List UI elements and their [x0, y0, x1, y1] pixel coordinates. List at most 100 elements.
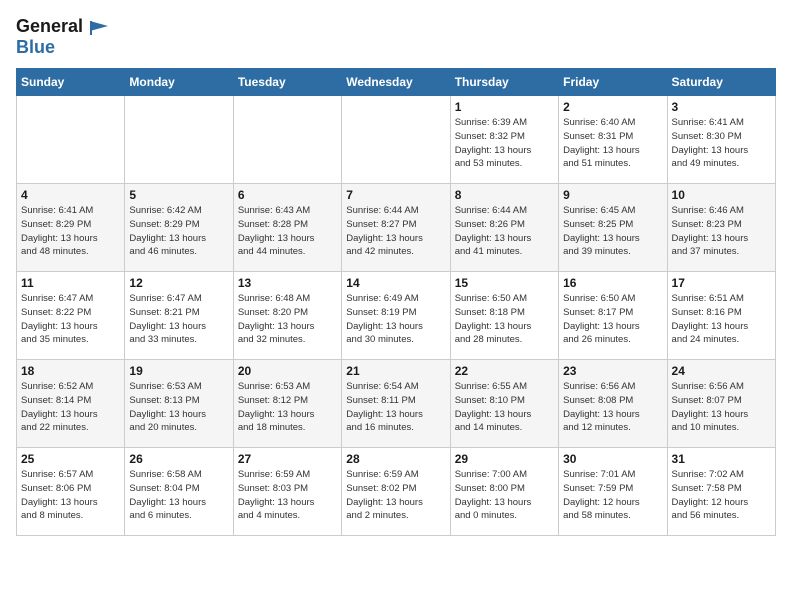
calendar-cell: 10Sunrise: 6:46 AM Sunset: 8:23 PM Dayli… [667, 184, 775, 272]
day-info: Sunrise: 6:54 AM Sunset: 8:11 PM Dayligh… [346, 380, 445, 435]
day-number: 27 [238, 452, 337, 466]
calendar-cell: 11 Sunrise: 6:47 AM Sunset: 8:22 PM Dayli… [17, 272, 125, 360]
day-number: 19 [129, 364, 228, 378]
day-number: 14 [346, 276, 445, 290]
day-info: Sunrise: 6:58 AM Sunset: 8:04 PM Dayligh… [129, 468, 228, 523]
col-header-friday: Friday [559, 69, 667, 96]
calendar-cell: 2 Sunrise: 6:40 AM Sunset: 8:31 PM Daylig… [559, 96, 667, 184]
calendar-cell: 18 Sunrise: 6:52 AM Sunset: 8:14 PM Dayli… [17, 360, 125, 448]
calendar-cell: 25Sunrise: 6:57 AM Sunset: 8:06 PM Dayli… [17, 448, 125, 536]
calendar-cell: 3 Sunrise: 6:41 AM Sunset: 8:30 PM Daylig… [667, 96, 775, 184]
calendar-cell: 26 Sunrise: 6:58 AM Sunset: 8:04 PM Dayli… [125, 448, 233, 536]
logo-general: General [16, 16, 83, 36]
calendar-cell: 23 Sunrise: 6:56 AM Sunset: 8:08 PM Dayli… [559, 360, 667, 448]
day-info: Sunrise: 6:39 AM Sunset: 8:32 PM Dayligh… [455, 116, 554, 171]
calendar-cell [17, 96, 125, 184]
col-header-wednesday: Wednesday [342, 69, 450, 96]
col-header-monday: Monday [125, 69, 233, 96]
calendar-cell: 6Sunrise: 6:43 AM Sunset: 8:28 PM Daylig… [233, 184, 341, 272]
page-header: General Blue [16, 16, 776, 58]
day-number: 7 [346, 188, 445, 202]
calendar-cell: 31 Sunrise: 7:02 AM Sunset: 7:58 PM Dayli… [667, 448, 775, 536]
day-info: Sunrise: 7:02 AM Sunset: 7:58 PM Dayligh… [672, 468, 771, 523]
day-number: 21 [346, 364, 445, 378]
day-number: 20 [238, 364, 337, 378]
day-number: 28 [346, 452, 445, 466]
day-number: 26 [129, 452, 228, 466]
day-info: Sunrise: 6:48 AM Sunset: 8:20 PM Dayligh… [238, 292, 337, 347]
calendar-cell: 13 Sunrise: 6:48 AM Sunset: 8:20 PM Dayli… [233, 272, 341, 360]
day-info: Sunrise: 7:00 AM Sunset: 8:00 PM Dayligh… [455, 468, 554, 523]
day-info: Sunrise: 6:45 AM Sunset: 8:25 PM Dayligh… [563, 204, 662, 259]
day-info: Sunrise: 6:50 AM Sunset: 8:17 PM Dayligh… [563, 292, 662, 347]
day-number: 4 [21, 188, 120, 202]
day-info: Sunrise: 6:57 AM Sunset: 8:06 PM Dayligh… [21, 468, 120, 523]
day-number: 15 [455, 276, 554, 290]
day-info: Sunrise: 6:47 AM Sunset: 8:21 PM Dayligh… [129, 292, 228, 347]
day-number: 9 [563, 188, 662, 202]
calendar-cell: 1 Sunrise: 6:39 AM Sunset: 8:32 PM Daylig… [450, 96, 558, 184]
day-info: Sunrise: 6:56 AM Sunset: 8:07 PM Dayligh… [672, 380, 771, 435]
calendar-cell: 24 Sunrise: 6:56 AM Sunset: 8:07 PM Dayli… [667, 360, 775, 448]
col-header-sunday: Sunday [17, 69, 125, 96]
day-info: Sunrise: 6:52 AM Sunset: 8:14 PM Dayligh… [21, 380, 120, 435]
day-info: Sunrise: 6:53 AM Sunset: 8:12 PM Dayligh… [238, 380, 337, 435]
day-info: Sunrise: 6:55 AM Sunset: 8:10 PM Dayligh… [455, 380, 554, 435]
calendar-cell: 4 Sunrise: 6:41 AM Sunset: 8:29 PM Daylig… [17, 184, 125, 272]
calendar-cell: 30Sunrise: 7:01 AM Sunset: 7:59 PM Dayli… [559, 448, 667, 536]
col-header-tuesday: Tuesday [233, 69, 341, 96]
calendar-cell [125, 96, 233, 184]
day-info: Sunrise: 6:46 AM Sunset: 8:23 PM Dayligh… [672, 204, 771, 259]
day-number: 3 [672, 100, 771, 114]
day-info: Sunrise: 6:44 AM Sunset: 8:27 PM Dayligh… [346, 204, 445, 259]
day-number: 12 [129, 276, 228, 290]
calendar-cell: 19 Sunrise: 6:53 AM Sunset: 8:13 PM Dayli… [125, 360, 233, 448]
day-number: 16 [563, 276, 662, 290]
day-info: Sunrise: 6:51 AM Sunset: 8:16 PM Dayligh… [672, 292, 771, 347]
calendar-cell: 27Sunrise: 6:59 AM Sunset: 8:03 PM Dayli… [233, 448, 341, 536]
day-number: 31 [672, 452, 771, 466]
day-info: Sunrise: 6:53 AM Sunset: 8:13 PM Dayligh… [129, 380, 228, 435]
day-info: Sunrise: 6:44 AM Sunset: 8:26 PM Dayligh… [455, 204, 554, 259]
logo: General Blue [16, 16, 108, 58]
day-info: Sunrise: 6:56 AM Sunset: 8:08 PM Dayligh… [563, 380, 662, 435]
day-number: 23 [563, 364, 662, 378]
col-header-thursday: Thursday [450, 69, 558, 96]
day-info: Sunrise: 6:47 AM Sunset: 8:22 PM Dayligh… [21, 292, 120, 347]
calendar-cell: 15Sunrise: 6:50 AM Sunset: 8:18 PM Dayli… [450, 272, 558, 360]
calendar-table: SundayMondayTuesdayWednesdayThursdayFrid… [16, 68, 776, 536]
calendar-cell: 22 Sunrise: 6:55 AM Sunset: 8:10 PM Dayli… [450, 360, 558, 448]
logo-flag-icon [90, 21, 108, 35]
calendar-cell [233, 96, 341, 184]
calendar-cell [342, 96, 450, 184]
calendar-cell: 9 Sunrise: 6:45 AM Sunset: 8:25 PM Daylig… [559, 184, 667, 272]
calendar-cell: 17 Sunrise: 6:51 AM Sunset: 8:16 PM Dayli… [667, 272, 775, 360]
day-info: Sunrise: 6:41 AM Sunset: 8:30 PM Dayligh… [672, 116, 771, 171]
calendar-cell: 29 Sunrise: 7:00 AM Sunset: 8:00 PM Dayli… [450, 448, 558, 536]
day-number: 11 [21, 276, 120, 290]
day-number: 24 [672, 364, 771, 378]
day-number: 29 [455, 452, 554, 466]
day-number: 18 [21, 364, 120, 378]
col-header-saturday: Saturday [667, 69, 775, 96]
calendar-cell: 8Sunrise: 6:44 AM Sunset: 8:26 PM Daylig… [450, 184, 558, 272]
calendar-cell: 21 Sunrise: 6:54 AM Sunset: 8:11 PM Dayli… [342, 360, 450, 448]
day-info: Sunrise: 6:49 AM Sunset: 8:19 PM Dayligh… [346, 292, 445, 347]
day-number: 2 [563, 100, 662, 114]
day-number: 17 [672, 276, 771, 290]
day-number: 13 [238, 276, 337, 290]
day-info: Sunrise: 6:41 AM Sunset: 8:29 PM Dayligh… [21, 204, 120, 259]
day-info: Sunrise: 6:59 AM Sunset: 8:02 PM Dayligh… [346, 468, 445, 523]
calendar-cell: 7 Sunrise: 6:44 AM Sunset: 8:27 PM Daylig… [342, 184, 450, 272]
calendar-cell: 28 Sunrise: 6:59 AM Sunset: 8:02 PM Dayli… [342, 448, 450, 536]
calendar-cell: 14 Sunrise: 6:49 AM Sunset: 8:19 PM Dayli… [342, 272, 450, 360]
day-info: Sunrise: 6:40 AM Sunset: 8:31 PM Dayligh… [563, 116, 662, 171]
day-number: 30 [563, 452, 662, 466]
logo-blue: Blue [16, 37, 55, 57]
day-number: 22 [455, 364, 554, 378]
day-info: Sunrise: 6:42 AM Sunset: 8:29 PM Dayligh… [129, 204, 228, 259]
calendar-cell: 20 Sunrise: 6:53 AM Sunset: 8:12 PM Dayli… [233, 360, 341, 448]
calendar-cell: 16 Sunrise: 6:50 AM Sunset: 8:17 PM Dayli… [559, 272, 667, 360]
day-number: 1 [455, 100, 554, 114]
calendar-cell: 5Sunrise: 6:42 AM Sunset: 8:29 PM Daylig… [125, 184, 233, 272]
